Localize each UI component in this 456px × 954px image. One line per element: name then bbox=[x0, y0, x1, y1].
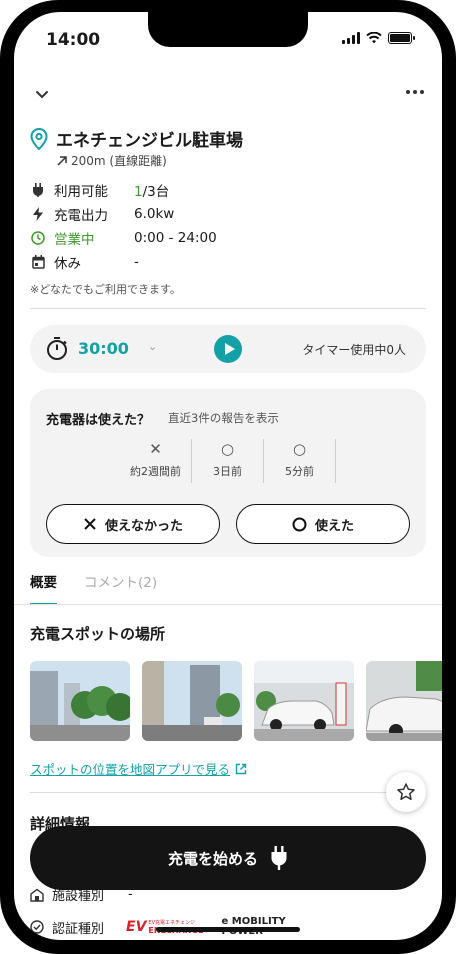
report-question: 充電器は使えた？ bbox=[46, 413, 151, 428]
status-icons bbox=[342, 32, 415, 44]
spot-title-row: エネチェンジビル駐車場 bbox=[30, 126, 243, 151]
report-mark: ✕ bbox=[149, 440, 162, 458]
report-mark: ○ bbox=[220, 440, 235, 458]
availability-value: 1/3台 bbox=[134, 180, 169, 200]
hours-value: 0:00 - 24:00 bbox=[134, 230, 217, 246]
report-item: ○ 5分前 bbox=[264, 439, 336, 483]
circle-icon bbox=[292, 517, 307, 531]
start-charging-label: 充電を始める bbox=[167, 849, 258, 868]
not-usable-button[interactable]: 使えなかった bbox=[46, 504, 220, 544]
arrow-up-right-icon bbox=[57, 155, 67, 166]
spot-photo[interactable] bbox=[30, 661, 130, 741]
tab-comments[interactable]: コメント(2) bbox=[84, 571, 157, 605]
plug-icon bbox=[271, 846, 287, 870]
status-time: 14:00 bbox=[46, 30, 101, 50]
notch bbox=[148, 12, 308, 47]
report-when: 3日前 bbox=[213, 465, 242, 478]
app-screen: 14:00 エネチェンジビル駐車場 200m (直線距離) 利用可能 1/3台 … bbox=[14, 12, 442, 940]
report-mark: ○ bbox=[292, 440, 307, 458]
timer-value[interactable]: 30:00 bbox=[78, 339, 129, 358]
report-item: ○ 3日前 bbox=[192, 439, 264, 483]
divider bbox=[30, 308, 426, 309]
info-row-holiday: 休み - bbox=[30, 250, 430, 274]
clock-icon bbox=[30, 230, 46, 246]
availability-available: 1 bbox=[134, 184, 143, 200]
favorite-button[interactable] bbox=[386, 772, 426, 812]
stopwatch-icon bbox=[47, 337, 67, 360]
info-list: 利用可能 1/3台 充電出力 6.0kw 営業中 0:00 - 24:00 休み… bbox=[30, 178, 430, 274]
timer-card: 30:00 ⌄ タイマー使用中0人 bbox=[30, 325, 426, 373]
spot-photo[interactable] bbox=[254, 661, 354, 741]
usable-label: 使えた bbox=[314, 518, 354, 534]
close-icon bbox=[84, 518, 96, 530]
photo-carousel[interactable] bbox=[30, 661, 442, 741]
chevron-down-icon[interactable] bbox=[34, 86, 50, 102]
divider bbox=[30, 792, 426, 793]
evchange-logo-small: EV充電エネチェンジ bbox=[148, 920, 196, 926]
info-row-output: 充電出力 6.0kw bbox=[30, 202, 430, 226]
star-icon bbox=[397, 783, 415, 801]
spot-name: エネチェンジビル駐車場 bbox=[56, 131, 243, 151]
usable-button[interactable]: 使えた bbox=[236, 504, 410, 544]
report-card: 充電器は使えた？ 直近3件の報告を表示 ✕ 約2週間前 ○ 3日前 ○ 5分前 … bbox=[30, 389, 426, 557]
open-status: 営業中 bbox=[54, 232, 95, 248]
check-circle-icon bbox=[30, 920, 44, 934]
phone-frame: 14:00 エネチェンジビル駐車場 200m (直線距離) 利用可能 1/3台 … bbox=[0, 0, 456, 954]
spot-photo[interactable] bbox=[142, 661, 242, 741]
holiday-value: - bbox=[134, 254, 139, 270]
signal-icon bbox=[342, 32, 360, 44]
output-value: 6.0kw bbox=[134, 206, 175, 222]
access-note: ※どなたでもご利用できます。 bbox=[30, 283, 181, 296]
holiday-label: 休み bbox=[54, 256, 81, 272]
timer-users: タイマー使用中0人 bbox=[302, 343, 406, 357]
map-app-link[interactable]: スポットの位置を地図アプリで見る bbox=[30, 759, 247, 778]
distance: 200m (直線距離) bbox=[56, 152, 167, 169]
home-indicator[interactable] bbox=[156, 927, 300, 932]
tab-bar: 概要 コメント(2) bbox=[30, 571, 426, 605]
output-label: 充電出力 bbox=[54, 208, 108, 224]
cert-label: 認証種別 bbox=[52, 921, 105, 937]
distance-text: 200m (直線距離) bbox=[71, 154, 167, 168]
availability-total: /3台 bbox=[142, 184, 170, 200]
start-charging-button[interactable]: 充電を始める bbox=[30, 826, 426, 890]
evchange-logo-ev: EV bbox=[126, 919, 147, 935]
play-timer-button[interactable] bbox=[214, 335, 242, 363]
not-usable-label: 使えなかった bbox=[104, 518, 183, 534]
tab-overview[interactable]: 概要 bbox=[30, 571, 57, 605]
wifi-icon bbox=[366, 32, 382, 44]
report-when: 5分前 bbox=[285, 465, 314, 478]
report-when: 約2週間前 bbox=[130, 465, 181, 478]
report-item: ✕ 約2週間前 bbox=[120, 439, 192, 483]
chevron-down-icon[interactable]: ⌄ bbox=[148, 340, 157, 353]
battery-icon bbox=[388, 32, 415, 44]
building-icon bbox=[30, 888, 44, 902]
plug-icon bbox=[30, 182, 46, 198]
report-sub: 直近3件の報告を表示 bbox=[168, 411, 279, 425]
availability-label: 利用可能 bbox=[54, 184, 108, 200]
bolt-icon bbox=[30, 206, 46, 222]
info-row-availability: 利用可能 1/3台 bbox=[30, 178, 430, 202]
external-link-icon bbox=[235, 763, 247, 774]
report-list: ✕ 約2週間前 ○ 3日前 ○ 5分前 bbox=[120, 439, 336, 483]
calendar-icon bbox=[30, 254, 46, 270]
map-link-text: スポットの位置を地図アプリで見る bbox=[30, 762, 231, 777]
info-row-hours: 営業中 0:00 - 24:00 bbox=[30, 226, 430, 250]
location-pin-icon bbox=[30, 127, 48, 150]
tabs-divider bbox=[14, 604, 442, 605]
location-title: 充電スポットの場所 bbox=[30, 625, 166, 643]
spot-photo[interactable] bbox=[366, 661, 442, 741]
more-options-icon[interactable] bbox=[406, 90, 424, 94]
